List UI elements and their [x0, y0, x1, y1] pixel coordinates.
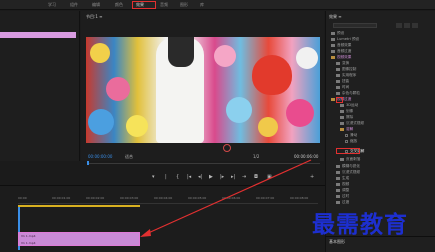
watermark-text: 最需教育: [312, 211, 408, 238]
